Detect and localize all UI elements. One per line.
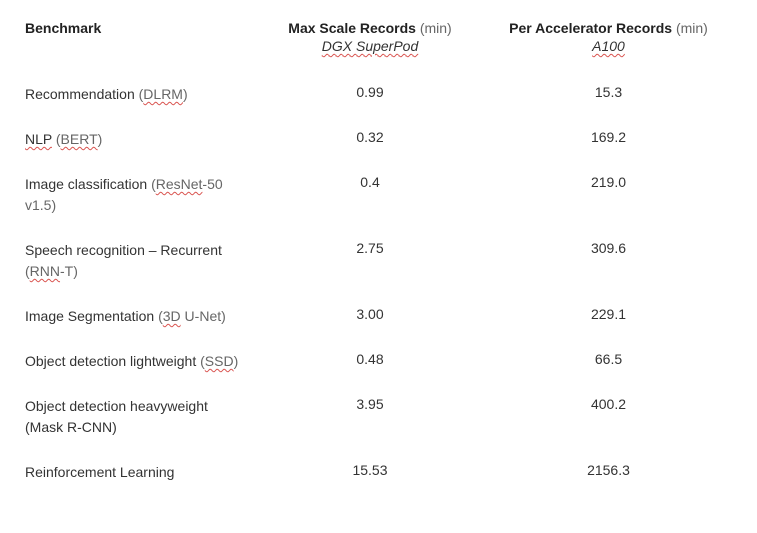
benchmark-table: Benchmark Max Scale Records (min) DGX Su…	[25, 20, 732, 483]
max-scale-value: 0.4	[255, 174, 485, 190]
header-benchmark-label: Benchmark	[25, 20, 101, 36]
per-accel-value: 229.1	[485, 306, 732, 322]
max-scale-value: 3.00	[255, 306, 485, 322]
max-scale-value: 0.48	[255, 351, 485, 367]
header-max-unit: (min)	[420, 20, 452, 36]
header-per-accel: Per Accelerator Records (min) A100	[485, 20, 732, 54]
table-row: Speech recognition – Recurrent (RNN-T) 2…	[25, 240, 732, 282]
per-accel-value: 2156.3	[485, 462, 732, 478]
max-scale-value: 15.53	[255, 462, 485, 478]
max-scale-value: 2.75	[255, 240, 485, 256]
header-max-label: Max Scale Records	[288, 20, 416, 36]
max-scale-value: 3.95	[255, 396, 485, 412]
max-scale-value: 0.99	[255, 84, 485, 100]
table-header-row: Benchmark Max Scale Records (min) DGX Su…	[25, 20, 732, 54]
benchmark-name: Speech recognition – Recurrent (RNN-T)	[25, 240, 255, 282]
benchmark-name: Object detection heavyweight (Mask R-CNN…	[25, 396, 255, 438]
per-accel-value: 169.2	[485, 129, 732, 145]
per-accel-value: 15.3	[485, 84, 732, 100]
header-max-scale: Max Scale Records (min) DGX SuperPod	[255, 20, 485, 54]
benchmark-name: Object detection lightweight (SSD)	[25, 351, 255, 372]
table-row: Recommendation (DLRM) 0.99 15.3	[25, 84, 732, 105]
benchmark-name: Image classification (ResNet-50 v1.5)	[25, 174, 255, 216]
table-row: Reinforcement Learning 15.53 2156.3	[25, 462, 732, 483]
table-row: Object detection heavyweight (Mask R-CNN…	[25, 396, 732, 438]
header-per-sub: A100	[592, 38, 625, 54]
per-accel-value: 219.0	[485, 174, 732, 190]
benchmark-name: NLP (BERT)	[25, 129, 255, 150]
benchmark-name: Image Segmentation (3D U-Net)	[25, 306, 255, 327]
header-max-sub: DGX SuperPod	[322, 38, 419, 54]
benchmark-name: Reinforcement Learning	[25, 462, 255, 483]
table-row: Image classification (ResNet-50 v1.5) 0.…	[25, 174, 732, 216]
header-per-label: Per Accelerator Records	[509, 20, 672, 36]
per-accel-value: 400.2	[485, 396, 732, 412]
per-accel-value: 66.5	[485, 351, 732, 367]
header-benchmark: Benchmark	[25, 20, 255, 36]
max-scale-value: 0.32	[255, 129, 485, 145]
header-per-unit: (min)	[676, 20, 708, 36]
table-row: Image Segmentation (3D U-Net) 3.00 229.1	[25, 306, 732, 327]
table-row: NLP (BERT) 0.32 169.2	[25, 129, 732, 150]
per-accel-value: 309.6	[485, 240, 732, 256]
table-row: Object detection lightweight (SSD) 0.48 …	[25, 351, 732, 372]
benchmark-name: Recommendation (DLRM)	[25, 84, 255, 105]
